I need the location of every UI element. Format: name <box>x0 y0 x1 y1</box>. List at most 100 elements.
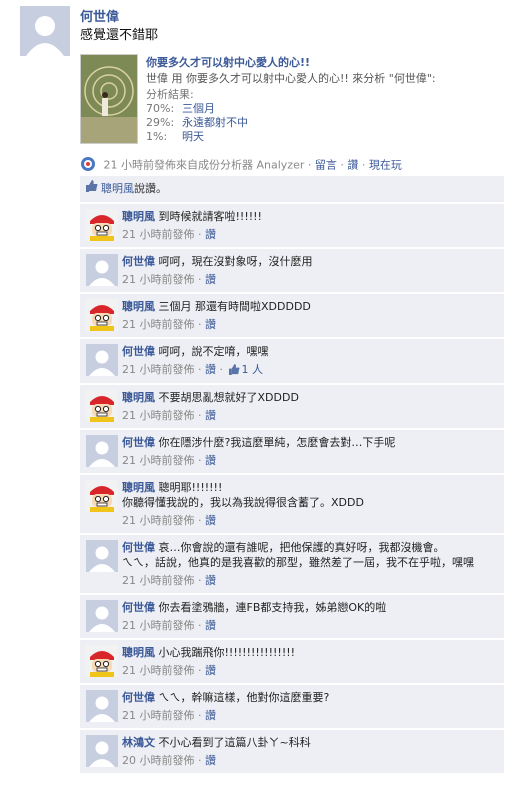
comment-link[interactable]: 留言 <box>315 159 337 172</box>
cartoon-avatar-icon <box>86 390 118 422</box>
attachment-title[interactable]: 你要多久才可以射中心愛人的心!! <box>146 54 310 70</box>
comment-like-count-wrap: · 1 人 <box>216 363 263 376</box>
comment-time: 20 小時前發佈 <box>122 754 195 767</box>
commenter-avatar[interactable] <box>86 344 118 376</box>
comment-body: 聰明風 三個月 那還有時間啦XDDDDD <box>122 299 498 314</box>
analyzer-app-icon <box>80 156 96 175</box>
commenter-name[interactable]: 何世偉 <box>122 541 155 554</box>
like-link[interactable]: 讚 <box>347 159 358 172</box>
comment-text: 聰明耶!!!!!!! 你聽得懂我說的，我以為我說得很含蓄了。XDDD <box>122 481 364 509</box>
commenter-name[interactable]: 何世偉 <box>122 601 155 614</box>
post-author-avatar[interactable] <box>20 6 70 56</box>
default-avatar-icon <box>86 254 118 286</box>
comment-like-link[interactable]: 讚 <box>205 514 216 527</box>
comment-time: 21 小時前發佈 <box>122 273 195 286</box>
comment-like-link[interactable]: 讚 <box>205 228 216 241</box>
results-label: 分析結果: <box>146 88 194 101</box>
commenter-avatar[interactable] <box>86 299 118 331</box>
comment-time: 21 小時前發佈 <box>122 619 195 632</box>
commenter-name[interactable]: 聰明風 <box>122 210 155 223</box>
comment-text: 哀…你會說的還有誰呢，把他保護的真好呀，我都沒機會。 ㄟㄟ，話說，他真的是我喜歡的… <box>122 541 474 569</box>
cartoon-avatar-icon <box>86 299 118 331</box>
comment-text: 你在隱涉什麼?我這麼單純，怎麼會去對…下手呢 <box>158 436 396 449</box>
commenter-name[interactable]: 何世偉 <box>122 255 155 268</box>
comment-item: 聰明風 聰明耶!!!!!!! 你聽得懂我說的，我以為我說得很含蓄了。XDDD 21… <box>80 475 504 533</box>
comment-text: 三個月 那還有時間啦XDDDDD <box>158 300 311 313</box>
comment-body: 何世偉 你去看塗鴉牆，連FB都支持我，姊弟戀OK的啦 <box>122 600 498 615</box>
comment-meta: 20 小時前發佈 · 讚 <box>122 754 216 767</box>
comment-time: 21 小時前發佈 <box>122 664 195 677</box>
comment-meta: 21 小時前發佈 · 讚 <box>122 273 216 286</box>
comment-like-link[interactable]: 讚 <box>205 664 216 677</box>
play-now-link[interactable]: 現在玩 <box>369 159 402 172</box>
comment-meta: 21 小時前發佈 · 讚 <box>122 454 216 467</box>
comment-time: 21 小時前發佈 <box>122 514 195 527</box>
comment-like-link[interactable]: 讚 <box>205 709 216 722</box>
comment-meta: 21 小時前發佈 · 讚 <box>122 574 216 587</box>
default-avatar-icon <box>86 344 118 376</box>
comment-item: 聰明風 不要胡思亂想就好了XDDDD 21 小時前發佈 · 讚 <box>80 385 504 428</box>
comment-item: 聰明風 到時候就請客啦!!!!!! 21 小時前發佈 · 讚 <box>80 204 504 247</box>
commenter-name[interactable]: 何世偉 <box>122 691 155 704</box>
commenter-avatar[interactable] <box>86 735 118 767</box>
comment-item: 聰明風 小心我踹飛你!!!!!!!!!!!!!!!! 21 小時前發佈 · 讚 <box>80 640 504 683</box>
likes-suffix: 說讚。 <box>134 182 167 195</box>
comment-time: 21 小時前發佈 <box>122 709 195 722</box>
comment-text: ㄟㄟ，幹嘛這樣，他對你這麼重要? <box>158 691 330 704</box>
comment-meta: 21 小時前發佈 · 讚 <box>122 514 216 527</box>
comment-like-count[interactable]: 1 人 <box>242 363 264 376</box>
result-text: 三個月 <box>182 102 215 115</box>
commenter-name[interactable]: 聰明風 <box>122 481 155 494</box>
comment-time: 21 小時前發佈 <box>122 363 195 376</box>
default-avatar-icon <box>86 540 118 572</box>
commenter-name[interactable]: 聰明風 <box>122 391 155 404</box>
comment-time: 21 小時前發佈 <box>122 318 195 331</box>
default-avatar-icon <box>86 435 118 467</box>
commenter-name[interactable]: 聰明風 <box>122 646 155 659</box>
post-meta: 21 小時前發佈來自成份分析器 Analyzer · 留言 · 讚 · 現在玩 <box>80 156 402 175</box>
commenter-avatar[interactable] <box>86 690 118 722</box>
comment-like-link[interactable]: 讚 <box>205 273 216 286</box>
comment-meta: 21 小時前發佈 · 讚 <box>122 664 216 677</box>
comment-like-link[interactable]: 讚 <box>205 363 216 376</box>
cartoon-avatar-icon <box>86 209 118 241</box>
comment-item: 林鴻文 不小心看到了這篇八卦ㄚ~科科 20 小時前發佈 · 讚 <box>80 730 504 773</box>
commenter-name[interactable]: 聰明風 <box>122 300 155 313</box>
thumbs-up-icon <box>228 364 240 378</box>
comment-like-link[interactable]: 讚 <box>205 754 216 767</box>
commenter-avatar[interactable] <box>86 209 118 241</box>
commenter-avatar[interactable] <box>86 390 118 422</box>
commenter-avatar[interactable] <box>86 645 118 677</box>
commenter-name[interactable]: 林鴻文 <box>122 736 155 749</box>
post-author-name[interactable]: 何世偉 <box>80 6 119 25</box>
commenter-name[interactable]: 何世偉 <box>122 345 155 358</box>
comment-like-link[interactable]: 讚 <box>205 619 216 632</box>
comment-item: 何世偉 你在隱涉什麼?我這麼單純，怎麼會去對…下手呢 21 小時前發佈 · 讚 <box>80 430 504 473</box>
comment-body: 何世偉 呵呵，現在沒對象呀，沒什麼用 <box>122 254 498 269</box>
comment-like-link[interactable]: 讚 <box>205 318 216 331</box>
comment-body: 聰明風 到時候就請客啦!!!!!! <box>122 209 498 224</box>
comment-like-link[interactable]: 讚 <box>205 574 216 587</box>
comment-item: 何世偉 哀…你會說的還有誰呢，把他保護的真好呀，我都沒機會。 ㄟㄟ，話說，他真的是… <box>80 535 504 593</box>
commenter-avatar[interactable] <box>86 540 118 572</box>
comment-like-link[interactable]: 讚 <box>205 409 216 422</box>
liker-name[interactable]: 聰明風 <box>101 182 134 195</box>
comment-text: 小心我踹飛你!!!!!!!!!!!!!!!! <box>158 646 296 659</box>
comment-like-link[interactable]: 讚 <box>205 454 216 467</box>
comment-text: 到時候就請客啦!!!!!! <box>158 210 262 223</box>
commenter-name[interactable]: 何世偉 <box>122 436 155 449</box>
commenter-avatar[interactable] <box>86 480 118 512</box>
commenter-avatar[interactable] <box>86 600 118 632</box>
default-avatar-icon <box>86 690 118 722</box>
attachment-image[interactable] <box>80 54 138 144</box>
comment-list: 聰明風 到時候就請客啦!!!!!! 21 小時前發佈 · 讚 何世偉 呵呵，現在… <box>80 204 504 773</box>
comment-body: 何世偉 哀…你會說的還有誰呢，把他保護的真好呀，我都沒機會。 ㄟㄟ，話說，他真的是… <box>122 540 498 570</box>
comment-text: 呵呵，說不定唷，嘿嘿 <box>158 345 269 358</box>
result-row: 1%: 明天 <box>146 130 248 144</box>
comment-meta: 21 小時前發佈 · 讚 <box>122 709 216 722</box>
commenter-avatar[interactable] <box>86 254 118 286</box>
commenter-avatar[interactable] <box>86 435 118 467</box>
comment-body: 聰明風 不要胡思亂想就好了XDDDD <box>122 390 498 405</box>
comment-body: 聰明風 聰明耶!!!!!!! 你聽得懂我說的，我以為我說得很含蓄了。XDDD <box>122 480 498 510</box>
comment-time: 21 小時前發佈 <box>122 228 195 241</box>
